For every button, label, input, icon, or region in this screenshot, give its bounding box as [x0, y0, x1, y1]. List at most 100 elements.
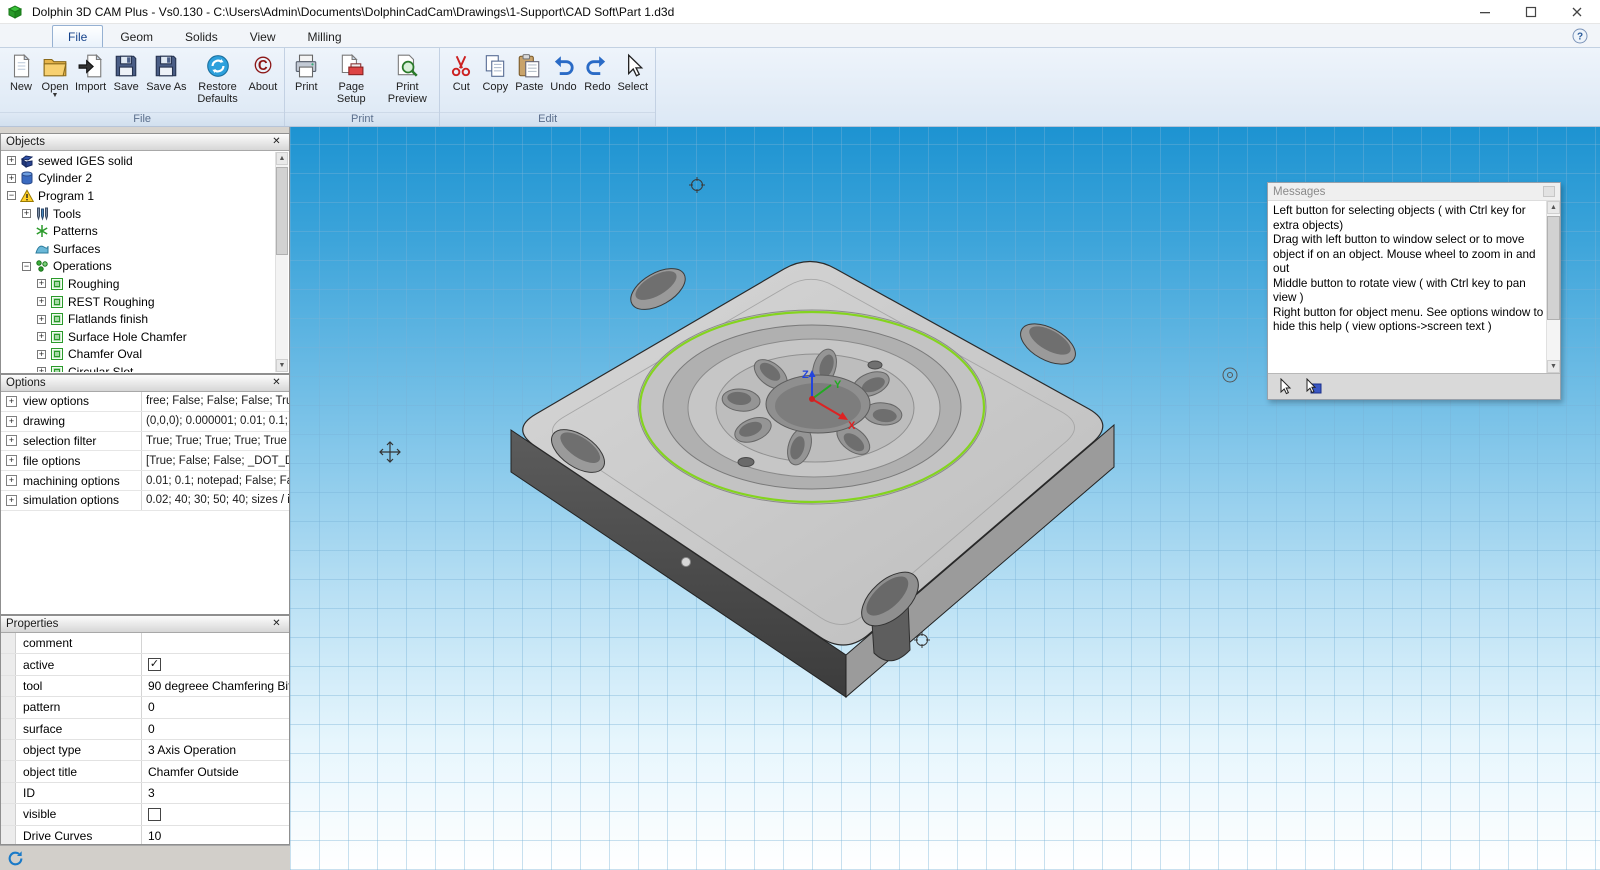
property-value[interactable]: Chamfer Outside [148, 765, 239, 779]
expand-icon[interactable]: + [37, 367, 46, 372]
select-button[interactable]: Select [614, 51, 651, 93]
option-value[interactable]: [True; False; False; _DOT_D [141, 451, 289, 471]
tree-item-chamfer-oval[interactable]: + Chamfer Oval [2, 346, 275, 364]
option-value[interactable]: 0.02; 40; 30; 50; 40; sizes / i [141, 490, 289, 510]
expand-icon[interactable]: + [37, 279, 46, 289]
tree-item-program-1[interactable]: − Program 1 [2, 187, 275, 205]
cut-button[interactable]: Cut [444, 51, 478, 93]
tree-item-tools[interactable]: + Tools [2, 205, 275, 223]
tree-item-flatlands-finish[interactable]: + Flatlands finish [2, 310, 275, 328]
tab-solids[interactable]: Solids [170, 26, 233, 47]
new-button[interactable]: New [4, 51, 38, 93]
option-value[interactable]: free; False; False; False; Tru [141, 392, 289, 411]
option-value[interactable]: 0.01; 0.1; notepad; False; Fa [141, 471, 289, 490]
property-value[interactable]: 3 Axis Operation [148, 743, 236, 757]
scroll-down-icon[interactable]: ▼ [276, 359, 288, 372]
regenerate-icon[interactable] [7, 850, 24, 867]
save-button[interactable]: Save [109, 51, 143, 93]
tab-milling[interactable]: Milling [293, 26, 357, 47]
option-row-machining-options[interactable]: + machining options 0.01; 0.1; notepad; Fa… [1, 471, 289, 491]
expand-icon[interactable]: + [37, 332, 46, 342]
property-label: surface [16, 718, 142, 739]
option-row-drawing[interactable]: + drawing (0,0,0); 0.000001; 0.01; 0.1; 1 [1, 411, 289, 432]
print-button[interactable]: Print [289, 51, 323, 93]
expand-icon[interactable]: + [6, 415, 17, 427]
messages-scrollbar[interactable]: ▲ ▼ [1546, 201, 1560, 373]
restore-defaults-button[interactable]: Restore Defaults [190, 51, 246, 106]
save-as-button[interactable]: Save As [143, 51, 189, 93]
expand-icon[interactable]: + [37, 297, 46, 307]
help-icon[interactable]: ? [1572, 28, 1588, 44]
tab-view[interactable]: View [235, 26, 291, 47]
tree-item-rest-roughing[interactable]: + REST Roughing [2, 293, 275, 311]
option-row-file-options[interactable]: + file options [True; False; False; _DOT_D [1, 451, 289, 472]
ribbon-tab-bar: File Geom Solids View Milling ? [0, 24, 1600, 48]
expand-icon[interactable]: + [22, 209, 31, 219]
option-row-view-options[interactable]: + view options free; False; False; False; … [1, 392, 289, 412]
expand-icon[interactable]: + [6, 494, 17, 506]
maximize-button[interactable] [1508, 0, 1554, 23]
tree-item-surface-hole-chamfer[interactable]: + Surface Hole Chamfer [2, 328, 275, 346]
scroll-up-icon[interactable]: ▲ [1547, 201, 1560, 214]
tree-item-patterns[interactable]: Patterns [2, 222, 275, 240]
option-row-selection-filter[interactable]: + selection filter True; True; True; True;… [1, 431, 289, 452]
close-icon[interactable]: ✕ [269, 377, 284, 390]
open-button[interactable]: Open ▼ [38, 51, 72, 99]
print-preview-button[interactable]: Print Preview [379, 51, 435, 106]
messages-title-bar[interactable]: Messages [1268, 183, 1560, 201]
option-row-simulation-options[interactable]: + simulation options 0.02; 40; 30; 50; 40;… [1, 490, 289, 511]
page-setup-button[interactable]: Page Setup [323, 51, 379, 106]
property-value[interactable]: 90 degreee Chamfering Bit [148, 679, 289, 693]
window-select-cursor-icon[interactable] [1304, 377, 1322, 396]
scroll-down-icon[interactable]: ▼ [1547, 360, 1560, 373]
import-button[interactable]: Import [72, 51, 109, 93]
option-value[interactable]: True; True; True; True; True [141, 431, 289, 451]
objects-scrollbar[interactable]: ▲ ▼ [275, 152, 288, 372]
select-cursor-icon[interactable] [1277, 377, 1295, 396]
property-value[interactable]: 0 [148, 722, 155, 736]
minimize-button[interactable] [1462, 0, 1508, 23]
expand-icon[interactable]: + [6, 455, 17, 467]
tree-item-roughing[interactable]: + Roughing [2, 275, 275, 293]
scroll-up-icon[interactable]: ▲ [276, 152, 288, 165]
tree-item-cylinder-2[interactable]: + Cylinder 2 [2, 170, 275, 188]
collapse-icon[interactable]: − [22, 261, 31, 271]
tree-item-sewed-iges-solid[interactable]: + sewed IGES solid [2, 152, 275, 170]
property-value[interactable]: 10 [148, 829, 161, 843]
visible-checkbox[interactable] [148, 807, 161, 821]
tab-file[interactable]: File [52, 25, 104, 47]
expand-icon[interactable]: + [6, 475, 17, 487]
close-icon[interactable]: ✕ [269, 618, 284, 631]
close-button[interactable] [1554, 0, 1600, 23]
scrollbar-thumb[interactable] [276, 167, 288, 255]
tree-item-circular-slot[interactable]: + Circular Slot [2, 363, 275, 372]
property-label: pattern [16, 697, 142, 718]
messages-resize-handle[interactable] [1543, 186, 1555, 197]
option-value[interactable]: (0,0,0); 0.000001; 0.01; 0.1; 1 [141, 411, 289, 431]
expand-icon[interactable]: + [7, 156, 16, 166]
tree-item-surfaces[interactable]: Surfaces [2, 240, 275, 258]
about-button[interactable]: © About [246, 51, 281, 93]
properties-panel-title: Properties [6, 618, 59, 630]
3d-viewport[interactable]: Z Y X Messages Left button for selecting… [290, 127, 1600, 870]
paste-button[interactable]: Paste [512, 51, 546, 93]
svg-text:©: © [254, 53, 272, 79]
property-value[interactable]: 3 [148, 786, 155, 800]
close-icon[interactable]: ✕ [269, 136, 284, 149]
expand-icon[interactable]: + [7, 173, 16, 183]
tab-geom[interactable]: Geom [105, 26, 168, 47]
scrollbar-thumb[interactable] [1547, 216, 1560, 320]
property-value[interactable]: 0 [148, 700, 155, 714]
undo-button[interactable]: Undo [546, 51, 580, 93]
collapse-icon[interactable]: − [7, 191, 16, 201]
active-checkbox[interactable]: ✓ [148, 658, 161, 672]
copy-button[interactable]: Copy [478, 51, 512, 93]
chevron-down-icon[interactable]: ▼ [52, 92, 59, 99]
cylinder-icon [20, 171, 34, 185]
tree-item-operations[interactable]: − Operations [2, 258, 275, 276]
expand-icon[interactable]: + [6, 395, 17, 407]
expand-icon[interactable]: + [37, 314, 46, 324]
expand-icon[interactable]: + [6, 435, 17, 447]
redo-button[interactable]: Redo [580, 51, 614, 93]
expand-icon[interactable]: + [37, 349, 46, 359]
